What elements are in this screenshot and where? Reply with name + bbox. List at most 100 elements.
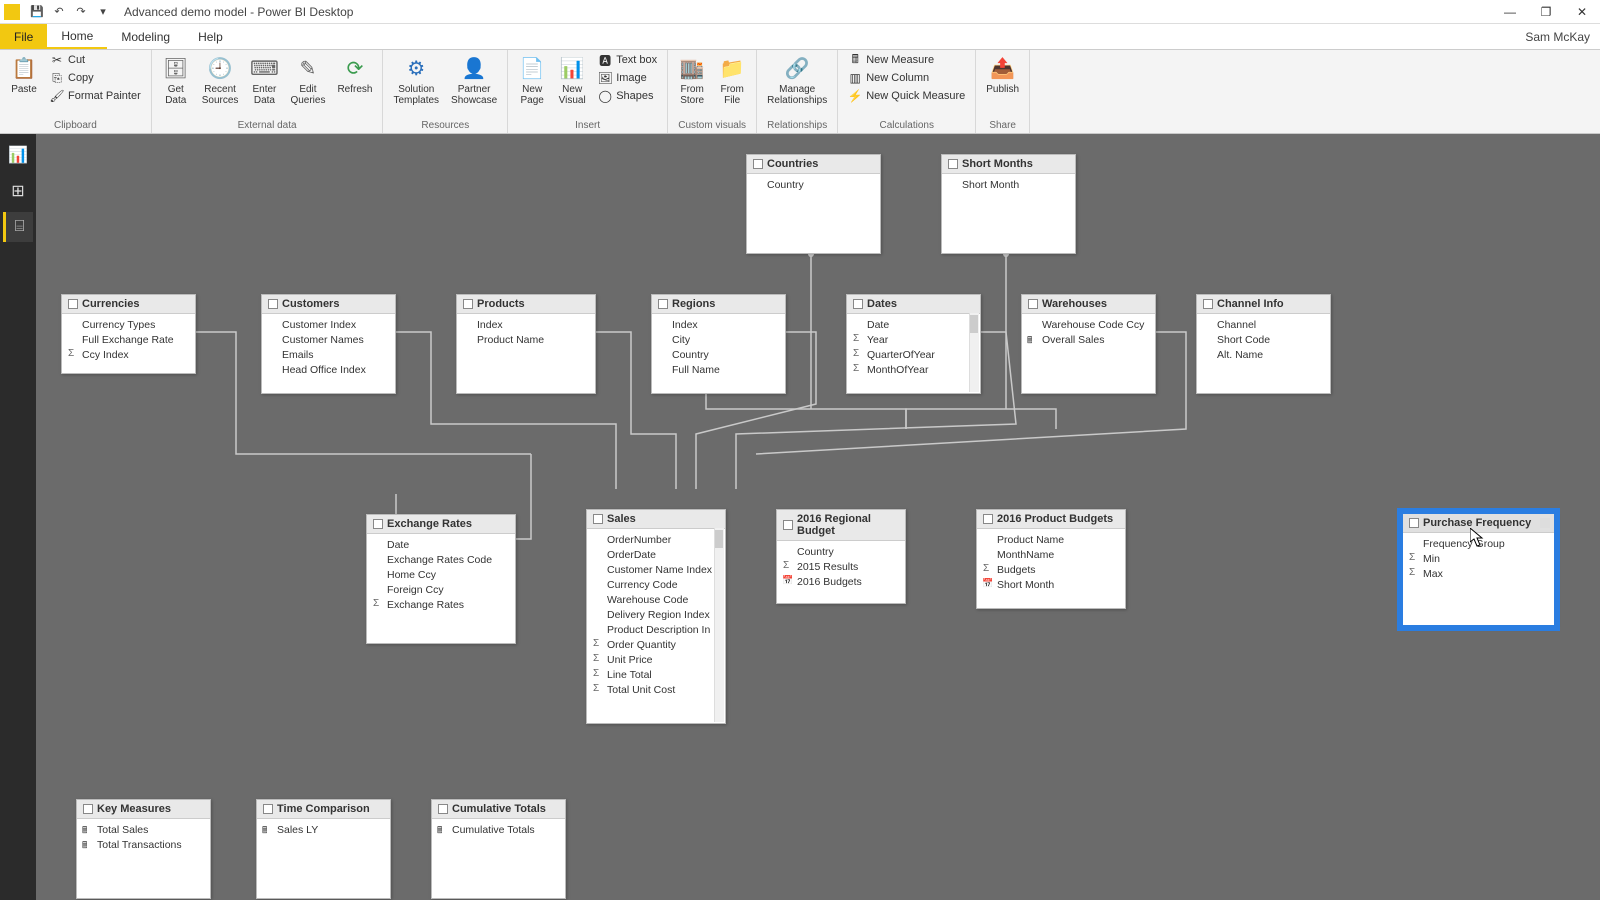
field[interactable]: Short Month: [977, 577, 1125, 592]
field[interactable]: Full Name: [652, 362, 785, 377]
field[interactable]: Index: [457, 317, 595, 332]
field[interactable]: Country: [777, 544, 905, 559]
field[interactable]: Total Sales: [77, 822, 210, 837]
cut-button[interactable]: ✂Cut: [46, 52, 145, 68]
minimize-button[interactable]: —: [1492, 0, 1528, 24]
field[interactable]: 2015 Results: [777, 559, 905, 574]
field[interactable]: Foreign Ccy: [367, 582, 515, 597]
save-qat-button[interactable]: 💾: [28, 3, 46, 21]
scrollbar[interactable]: [714, 528, 724, 722]
field[interactable]: Overall Sales: [1022, 332, 1155, 347]
new-column-button[interactable]: ▥New Column: [844, 70, 969, 86]
field[interactable]: Product Name: [457, 332, 595, 347]
text-box-button[interactable]: 🅰Text box: [594, 52, 661, 68]
table-channel-info[interactable]: Channel Info Channel Short Code Alt. Nam…: [1196, 294, 1331, 394]
enter-data-button[interactable]: ⌨EnterData: [246, 52, 282, 108]
field[interactable]: Exchange Rates: [367, 597, 515, 612]
edit-queries-button[interactable]: ✎EditQueries: [286, 52, 329, 108]
tab-home[interactable]: Home: [47, 24, 107, 49]
get-data-button[interactable]: 🗄GetData: [158, 52, 194, 108]
field[interactable]: Unit Price: [587, 652, 725, 667]
tab-file[interactable]: File: [0, 24, 47, 49]
table-currencies[interactable]: Currencies Currency Types Full Exchange …: [61, 294, 196, 374]
field[interactable]: Country: [747, 177, 880, 192]
field[interactable]: Exchange Rates Code: [367, 552, 515, 567]
field[interactable]: Delivery Region Index: [587, 607, 725, 622]
field[interactable]: City: [652, 332, 785, 347]
model-view-button[interactable]: ⌸: [3, 212, 33, 242]
field[interactable]: Order Quantity: [587, 637, 725, 652]
field[interactable]: Alt. Name: [1197, 347, 1330, 362]
new-visual-button[interactable]: 📊NewVisual: [554, 52, 590, 108]
model-canvas[interactable]: Countries Country Short Months Short Mon…: [36, 134, 1600, 900]
field[interactable]: Home Ccy: [367, 567, 515, 582]
field[interactable]: Short Code: [1197, 332, 1330, 347]
table-key-measures[interactable]: Key Measures Total Sales Total Transacti…: [76, 799, 211, 899]
field[interactable]: Customer Index: [262, 317, 395, 332]
publish-button[interactable]: 📤Publish: [982, 52, 1023, 97]
maximize-button[interactable]: ❐: [1528, 0, 1564, 24]
scrollbar[interactable]: [969, 313, 979, 392]
field[interactable]: OrderNumber: [587, 532, 725, 547]
data-view-button[interactable]: ⊞: [3, 176, 33, 206]
field[interactable]: OrderDate: [587, 547, 725, 562]
recent-sources-button[interactable]: 🕘RecentSources: [198, 52, 243, 108]
field[interactable]: Short Month: [942, 177, 1075, 192]
image-button[interactable]: 🖼Image: [594, 70, 661, 86]
refresh-button[interactable]: ⟳Refresh: [333, 52, 376, 97]
table-dates[interactable]: Dates Date Year QuarterOfYear MonthOfYea…: [846, 294, 981, 394]
copy-button[interactable]: ⎘Copy: [46, 70, 145, 86]
tab-help[interactable]: Help: [184, 24, 237, 49]
table-countries[interactable]: Countries Country: [746, 154, 881, 254]
field[interactable]: QuarterOfYear: [847, 347, 980, 362]
field[interactable]: Max: [1403, 566, 1554, 581]
new-page-button[interactable]: 📄NewPage: [514, 52, 550, 108]
partner-showcase-button[interactable]: 👤PartnerShowcase: [447, 52, 501, 108]
field[interactable]: Currency Types: [62, 317, 195, 332]
field[interactable]: Total Unit Cost: [587, 682, 725, 697]
table-regional-budget[interactable]: 2016 Regional Budget Country 2015 Result…: [776, 509, 906, 604]
field[interactable]: Date: [847, 317, 980, 332]
field[interactable]: Customer Names: [262, 332, 395, 347]
close-button[interactable]: ✕: [1564, 0, 1600, 24]
table-short-months[interactable]: Short Months Short Month: [941, 154, 1076, 254]
table-purchase-frequency[interactable]: Purchase Frequency Frequency Group Min M…: [1401, 512, 1556, 627]
field[interactable]: Index: [652, 317, 785, 332]
field[interactable]: Customer Name Index: [587, 562, 725, 577]
table-exchange-rates[interactable]: Exchange Rates Date Exchange Rates Code …: [366, 514, 516, 644]
qat-dropdown[interactable]: ▾: [94, 3, 112, 21]
paste-button[interactable]: 📋Paste: [6, 52, 42, 97]
table-products[interactable]: Products Index Product Name: [456, 294, 596, 394]
field[interactable]: Currency Code: [587, 577, 725, 592]
field[interactable]: MonthOfYear: [847, 362, 980, 377]
field[interactable]: Product Name: [977, 532, 1125, 547]
tab-modeling[interactable]: Modeling: [107, 24, 184, 49]
from-store-button[interactable]: 🏬FromStore: [674, 52, 710, 108]
field[interactable]: Line Total: [587, 667, 725, 682]
field[interactable]: Emails: [262, 347, 395, 362]
field[interactable]: Country: [652, 347, 785, 362]
format-painter-button[interactable]: 🖌Format Painter: [46, 88, 145, 104]
field[interactable]: Date: [367, 537, 515, 552]
table-cumulative-totals[interactable]: Cumulative Totals Cumulative Totals: [431, 799, 566, 899]
table-regions[interactable]: Regions Index City Country Full Name: [651, 294, 786, 394]
field[interactable]: Full Exchange Rate: [62, 332, 195, 347]
from-file-button[interactable]: 📁FromFile: [714, 52, 750, 108]
table-customers[interactable]: Customers Customer Index Customer Names …: [261, 294, 396, 394]
table-time-comparison[interactable]: Time Comparison Sales LY: [256, 799, 391, 899]
field[interactable]: Warehouse Code Ccy: [1022, 317, 1155, 332]
field[interactable]: Min: [1403, 551, 1554, 566]
field[interactable]: Warehouse Code: [587, 592, 725, 607]
undo-qat-button[interactable]: ↶: [50, 3, 68, 21]
user-label[interactable]: Sam McKay: [1525, 24, 1590, 49]
field[interactable]: Head Office Index: [262, 362, 395, 377]
field[interactable]: Year: [847, 332, 980, 347]
field[interactable]: Product Description In: [587, 622, 725, 637]
solution-templates-button[interactable]: ⚙SolutionTemplates: [389, 52, 443, 108]
new-quick-measure-button[interactable]: ⚡New Quick Measure: [844, 88, 969, 104]
field[interactable]: Sales LY: [257, 822, 390, 837]
shapes-button[interactable]: ◯Shapes: [594, 88, 661, 104]
table-warehouses[interactable]: Warehouses Warehouse Code Ccy Overall Sa…: [1021, 294, 1156, 394]
field[interactable]: Frequency Group: [1403, 536, 1554, 551]
table-sales[interactable]: Sales OrderNumber OrderDate Customer Nam…: [586, 509, 726, 724]
